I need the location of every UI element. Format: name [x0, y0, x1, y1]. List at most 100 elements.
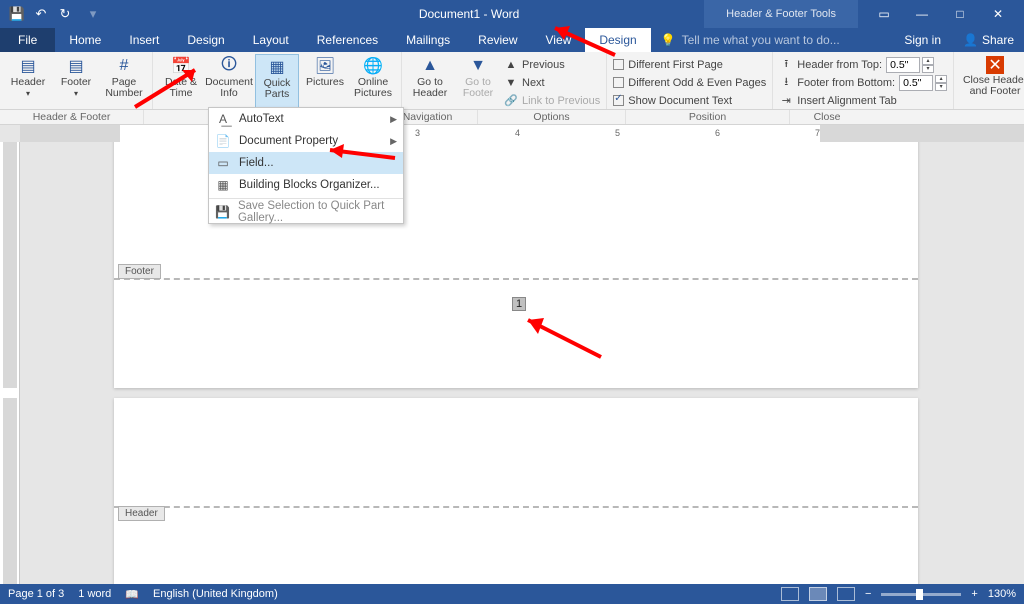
footer-bottom-spinner[interactable]: ▴▾	[899, 75, 947, 91]
qat-dropdown-icon[interactable]: ▾	[82, 3, 104, 25]
tab-design-hf[interactable]: Design	[585, 28, 650, 52]
group-options: Different First Page Different Odd & Eve…	[607, 52, 773, 109]
group-close: ✕Close Header and Footer	[954, 52, 1024, 109]
quick-access-toolbar: 💾 ↶ ↻ ▾	[0, 3, 114, 25]
header-top-icon: ⭱	[779, 58, 793, 72]
tab-insert[interactable]: Insert	[115, 28, 173, 52]
next-icon: ▼	[504, 76, 518, 90]
redo-icon[interactable]: ↻	[54, 3, 76, 25]
document-info-button[interactable]: 🛈Document Info	[207, 54, 251, 109]
link-icon: 🔗	[504, 94, 518, 108]
zoom-level[interactable]: 130%	[988, 588, 1016, 600]
window-controls: ▭ — □ ✕	[858, 7, 1024, 21]
share-button[interactable]: 👤 Share	[953, 28, 1024, 52]
view-read-mode-icon[interactable]	[781, 587, 799, 601]
footer-tab-label: Footer	[118, 264, 161, 279]
zoom-out-icon[interactable]: −	[865, 588, 871, 600]
ribbon-group-titles: Header & Footer Insert Navigation Option…	[0, 110, 1024, 125]
dd-autotext[interactable]: A͟AutoText▶	[209, 108, 403, 130]
close-header-footer-button[interactable]: ✕Close Header and Footer	[960, 54, 1024, 109]
status-language[interactable]: English (United Kingdom)	[153, 588, 278, 600]
group-insert: 📅Date & Time 🛈Document Info ▦Quick Parts…	[153, 52, 402, 109]
next-button[interactable]: ▼Next	[504, 74, 600, 91]
bbo-icon: ▦	[215, 177, 231, 193]
pictures-button[interactable]: 🖼Pictures	[303, 54, 347, 109]
save-selection-icon: 💾	[215, 204, 230, 220]
maximize-icon[interactable]: □	[948, 7, 972, 21]
autotext-icon: A͟	[215, 111, 231, 127]
document-workspace: Footer 1 Header	[0, 142, 1024, 584]
header-from-top-row: ⭱Header from Top: ▴▾	[779, 56, 947, 73]
quick-parts-dropdown: A͟AutoText▶ 📄Document Property▶ ▭Field..…	[208, 107, 404, 224]
go-footer-icon: ▼	[468, 56, 488, 76]
group-title-close: Close	[790, 110, 864, 124]
field-icon: ▭	[215, 155, 231, 171]
tab-review[interactable]: Review	[464, 28, 531, 52]
zoom-in-icon[interactable]: +	[971, 588, 977, 600]
dd-field[interactable]: ▭Field...	[209, 152, 403, 174]
minimize-icon[interactable]: —	[910, 7, 934, 21]
page-number-icon: #	[114, 56, 134, 76]
insert-alignment-tab-button[interactable]: ⇥Insert Alignment Tab	[779, 92, 947, 109]
previous-icon: ▲	[504, 58, 518, 72]
tab-view[interactable]: View	[532, 28, 586, 52]
footer-icon: ▤	[66, 56, 86, 76]
ribbon: ▤Header▾ ▤Footer▾ #Page Number 📅Date & T…	[0, 52, 1024, 110]
previous-button[interactable]: ▲Previous	[504, 56, 600, 73]
signin-link[interactable]: Sign in	[892, 28, 953, 52]
close-hf-icon: ✕	[986, 56, 1004, 74]
tab-layout[interactable]: Layout	[239, 28, 303, 52]
show-document-text-check[interactable]: Show Document Text	[613, 92, 766, 109]
date-time-button[interactable]: 📅Date & Time	[159, 54, 203, 109]
dd-save-selection[interactable]: 💾Save Selection to Quick Part Gallery...	[209, 201, 403, 223]
undo-icon[interactable]: ↶	[30, 3, 52, 25]
view-print-layout-icon[interactable]	[809, 587, 827, 601]
tab-home[interactable]: Home	[55, 28, 115, 52]
footer-button[interactable]: ▤Footer▾	[54, 54, 98, 109]
group-header-footer: ▤Header▾ ▤Footer▾ #Page Number	[0, 52, 153, 109]
status-words[interactable]: 1 word	[78, 588, 111, 600]
horizontal-ruler[interactable]: 1 2 3 4 5 6 7	[20, 125, 1024, 142]
page-2[interactable]: Header	[114, 398, 918, 584]
header-button[interactable]: ▤Header▾	[6, 54, 50, 109]
tell-me-search[interactable]: 💡 Tell me what you want to do...	[651, 28, 893, 52]
share-label: Share	[982, 33, 1014, 47]
quickparts-icon: ▦	[267, 57, 287, 77]
status-page[interactable]: Page 1 of 3	[8, 588, 64, 600]
group-navigation: ▲Go to Header ▼Go to Footer ▲Previous ▼N…	[402, 52, 607, 109]
group-title-position: Position	[626, 110, 790, 124]
tab-design[interactable]: Design	[173, 28, 238, 52]
bulb-icon: 💡	[661, 33, 676, 47]
header-top-spinner[interactable]: ▴▾	[886, 57, 934, 73]
view-web-layout-icon[interactable]	[837, 587, 855, 601]
go-to-footer-button[interactable]: ▼Go to Footer	[456, 54, 500, 109]
tab-mailings[interactable]: Mailings	[392, 28, 464, 52]
vertical-ruler[interactable]	[0, 142, 20, 584]
different-odd-even-check[interactable]: Different Odd & Even Pages	[613, 74, 766, 91]
pictures-icon: 🖼	[315, 56, 335, 76]
document-title: Document1 - Word	[114, 7, 704, 21]
link-previous-button[interactable]: 🔗Link to Previous	[504, 92, 600, 109]
quick-parts-button[interactable]: ▦Quick Parts	[255, 54, 299, 109]
group-title-options: Options	[478, 110, 626, 124]
dd-building-blocks[interactable]: ▦Building Blocks Organizer...	[209, 174, 403, 196]
dd-document-property[interactable]: 📄Document Property▶	[209, 130, 403, 152]
online-pictures-button[interactable]: 🌐Online Pictures	[351, 54, 395, 109]
go-header-icon: ▲	[420, 56, 440, 76]
close-window-icon[interactable]: ✕	[986, 7, 1010, 21]
zoom-slider[interactable]	[881, 593, 961, 596]
docprop-icon: 📄	[215, 133, 231, 149]
ribbon-options-icon[interactable]: ▭	[872, 7, 896, 21]
go-to-header-button[interactable]: ▲Go to Header	[408, 54, 452, 109]
tab-references[interactable]: References	[303, 28, 392, 52]
tab-file[interactable]: File	[0, 28, 55, 52]
header-icon: ▤	[18, 56, 38, 76]
group-position: ⭱Header from Top: ▴▾ ⭳Footer from Bottom…	[773, 52, 954, 109]
save-icon[interactable]: 💾	[6, 3, 28, 25]
footer-from-bottom-row: ⭳Footer from Bottom: ▴▾	[779, 74, 947, 91]
ribbon-tabs: File Home Insert Design Layout Reference…	[0, 28, 1024, 52]
different-first-page-check[interactable]: Different First Page	[613, 56, 766, 73]
status-proofing-icon[interactable]: 📖	[125, 588, 139, 601]
page-number-button[interactable]: #Page Number	[102, 54, 146, 109]
footer-page-number[interactable]: 1	[512, 297, 526, 311]
